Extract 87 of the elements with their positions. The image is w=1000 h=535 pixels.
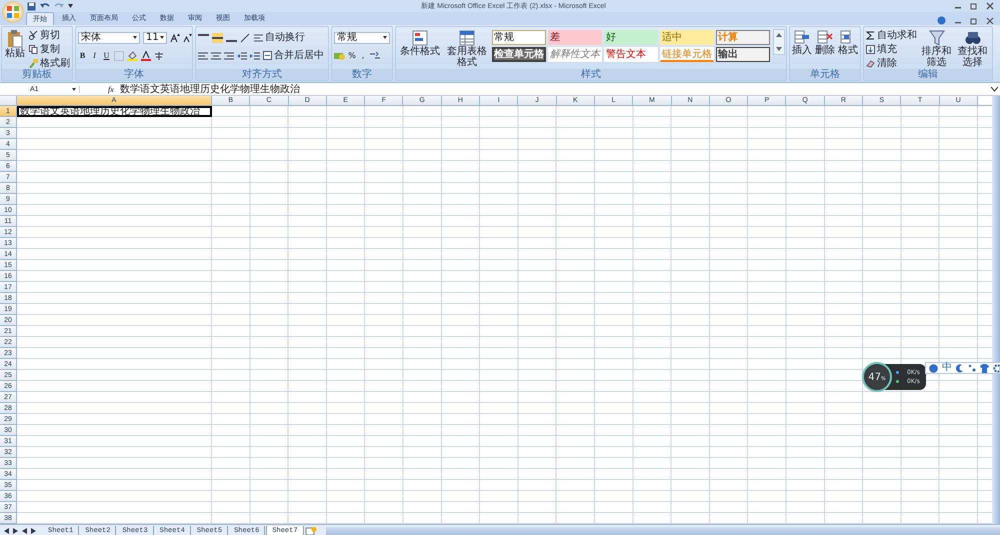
font-color-icon[interactable] xyxy=(141,50,151,60)
ribbon-button[interactable]: 排序和筛选 xyxy=(920,29,953,69)
font-size-dropdown[interactable]: 11 xyxy=(143,32,167,44)
cell-style[interactable]: 差 xyxy=(548,30,602,45)
clipboard-icon xyxy=(7,30,23,48)
font-name-dropdown[interactable]: 宋体 xyxy=(78,32,140,44)
caret-icon[interactable] xyxy=(68,4,73,8)
orientation-icon[interactable] xyxy=(240,32,251,42)
scroll-down-icon[interactable] xyxy=(776,47,782,51)
paste-button[interactable]: 粘贴 xyxy=(4,29,26,60)
fill-down-icon xyxy=(866,45,875,54)
wrap-text-icon xyxy=(254,33,263,42)
close-icon[interactable] xyxy=(986,16,994,24)
group-label: 对齐方式 xyxy=(196,69,328,80)
align-center-icon[interactable] xyxy=(211,50,221,60)
copy-icon xyxy=(29,45,38,54)
ribbon-button[interactable]: 剪切 xyxy=(29,29,70,42)
number-style-button[interactable]: % xyxy=(348,51,356,60)
ribbon-button[interactable]: 格式 xyxy=(838,29,858,56)
group-label: 单元格 xyxy=(790,69,860,80)
ribbon-button[interactable]: 清除 xyxy=(866,57,917,69)
group-label: 剪贴板 xyxy=(2,69,72,80)
horizontal-scrollbar[interactable] xyxy=(326,527,1000,535)
format-button[interactable]: B xyxy=(78,51,87,60)
new-sheet-icon[interactable] xyxy=(304,526,317,535)
format-button[interactable]: I xyxy=(90,51,99,60)
table-icon xyxy=(459,30,475,46)
insert-cells-icon xyxy=(794,29,810,45)
ribbon-button[interactable]: 格式刷 xyxy=(29,57,70,69)
punctuation-icon[interactable] xyxy=(968,364,976,372)
ribbon-button[interactable]: 套用表格格式 xyxy=(445,29,489,69)
shrink-font-icon[interactable] xyxy=(183,32,192,42)
ribbon-button[interactable]: 插入 xyxy=(792,29,812,56)
brush-icon xyxy=(29,59,38,68)
scissors-icon xyxy=(29,31,38,40)
align-middle-icon[interactable] xyxy=(212,32,223,42)
gallery-scroller[interactable] xyxy=(773,29,785,55)
ribbon-button[interactable]: 合并后居中 xyxy=(263,49,324,62)
input-mode-button[interactable]: 中 xyxy=(942,363,952,373)
filter-icon xyxy=(928,30,944,46)
number-style-button[interactable]: , xyxy=(359,51,367,60)
ribbon-button[interactable]: 查找和选择 xyxy=(956,29,989,69)
format-button[interactable]: U xyxy=(102,51,111,60)
number-format-dropdown[interactable]: 常规 xyxy=(334,32,390,44)
moon-icon[interactable] xyxy=(956,364,964,372)
binoculars-icon xyxy=(964,30,980,46)
scroll-up-icon[interactable] xyxy=(776,33,782,37)
sigma-icon xyxy=(866,31,875,40)
table-cell[interactable]: 数学语文英语地理历史化学物理生物政治 xyxy=(17,106,212,117)
shirt-icon[interactable] xyxy=(980,364,989,372)
ribbon-button[interactable]: 条件格式 xyxy=(398,29,442,58)
cell-style[interactable]: 好 xyxy=(604,30,658,45)
cell-style[interactable]: 解释性文本 xyxy=(548,47,602,62)
insert-function-button[interactable]: fx xyxy=(108,84,114,94)
highlight-table-icon xyxy=(412,30,428,46)
group-label: 编辑 xyxy=(864,69,992,80)
align-left-icon[interactable] xyxy=(198,50,208,60)
cell-style[interactable]: 适中 xyxy=(660,30,714,45)
align-right-icon[interactable] xyxy=(224,50,234,60)
ribbon-button[interactable]: 复制 xyxy=(29,43,70,56)
ribbon-button[interactable]: 自动换行 xyxy=(254,31,305,44)
grow-font-icon[interactable] xyxy=(170,32,180,42)
group-label: 数字 xyxy=(332,69,392,80)
cell-style[interactable]: 检查单元格 xyxy=(492,47,546,62)
ribbon-button[interactable]: 填充 xyxy=(866,43,917,56)
group-label: 字体 xyxy=(76,69,192,80)
cell-style[interactable]: 常规 xyxy=(492,30,546,45)
scrollbar[interactable] xyxy=(992,96,1000,524)
ribbon-button[interactable]: 删除 xyxy=(815,29,835,56)
office-button[interactable] xyxy=(2,1,24,23)
delete-cells-icon xyxy=(817,29,833,45)
expand-icon[interactable] xyxy=(991,86,998,92)
close-icon[interactable] xyxy=(986,2,994,10)
logo-icon xyxy=(6,5,20,19)
merge-cells-icon xyxy=(263,51,272,60)
group-label: 样式 xyxy=(396,69,786,80)
undo-icon[interactable] xyxy=(40,2,50,10)
ribbon-button[interactable]: 自动求和 xyxy=(866,29,917,42)
save-icon[interactable] xyxy=(27,2,36,10)
decrease-indent-icon[interactable] xyxy=(237,50,247,60)
formula-field[interactable]: 数学语文英语地理历史化学物理生物政治 xyxy=(120,84,991,94)
cell-style[interactable]: 输出 xyxy=(716,47,770,62)
settings-icon[interactable] xyxy=(993,364,1000,372)
cell-style[interactable]: 警告文本 xyxy=(604,47,658,62)
decimal-icon[interactable] xyxy=(370,50,380,60)
increase-indent-icon[interactable] xyxy=(250,50,260,60)
fill-color-icon[interactable] xyxy=(127,50,138,60)
